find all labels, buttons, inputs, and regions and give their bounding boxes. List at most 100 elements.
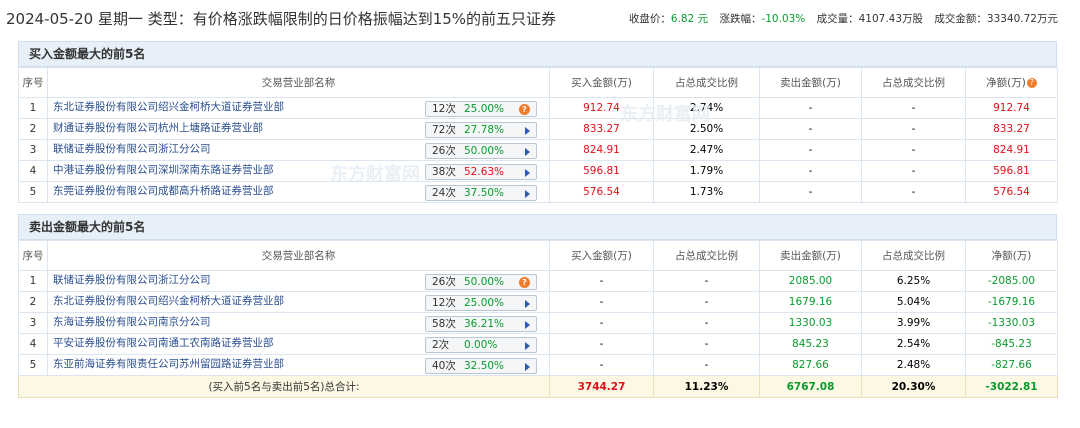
buy-amount: 576.54 (549, 181, 654, 203)
table-row: 3 东海证券股份有限公司南京分公司 58次 36.21% - -1330.03 3.99% -… (18, 312, 1058, 334)
arrow-right-icon[interactable] (525, 300, 530, 308)
buy-ratio: 2.47% (653, 139, 760, 161)
broker-cell: 中港证券股份有限公司深圳深南东路证券营业部 38次 52.63% (47, 160, 550, 182)
buy-table: 序号 交易营业部名称 买入金额(万) 占总成交比例 卖出金额(万) 占总成交比例… (18, 67, 1058, 203)
arrow-right-icon[interactable] (525, 190, 530, 198)
quote-stats: 收盘价：6.82 元 涨跌幅：-10.03% 成交量：4107.43万股 成交金… (629, 11, 1058, 26)
broker-cell: 东海证券股份有限公司南京分公司 58次 36.21% (47, 312, 550, 334)
sell-ratio: - (861, 118, 966, 140)
buy-amount: 596.81 (549, 160, 654, 182)
arrow-right-icon[interactable] (525, 363, 530, 371)
buy-ratio: 1.73% (653, 181, 760, 203)
listing-count: 2次 (432, 339, 450, 351)
broker-name-link[interactable]: 平安证券股份有限公司南通工农南路证券营业部 (53, 335, 274, 350)
col-seq: 序号 (18, 240, 48, 271)
row-seq: 1 (18, 97, 48, 119)
arrow-right-icon[interactable] (525, 148, 530, 156)
arrow-right-icon[interactable] (525, 169, 530, 177)
change-label: 涨跌幅： (719, 13, 762, 25)
broker-name-link[interactable]: 中港证券股份有限公司深圳深南东路证券营业部 (53, 162, 274, 177)
broker-name-link[interactable]: 东莞证券股份有限公司成都高升桥路证券营业部 (53, 183, 274, 198)
question-icon[interactable]: ? (1026, 78, 1037, 88)
buy-amount: - (549, 354, 654, 376)
table-row: 1 东北证券股份有限公司绍兴金柯桥大道证券营业部 12次 25.00%? 912.74 2… (18, 97, 1058, 119)
col-buy-amount[interactable]: 买入金额(万) (549, 240, 654, 271)
buy-ratio: 2.74% (653, 97, 760, 119)
listing-count: 26次 (432, 145, 456, 157)
sell-amount: - (759, 139, 862, 161)
row-seq: 2 (18, 291, 48, 313)
broker-stats-badge[interactable]: 12次 25.00% (425, 295, 537, 311)
amount-label: 成交金额： (934, 13, 987, 25)
col-sell-ratio[interactable]: 占总成交比例 (861, 67, 966, 98)
sell-amount: - (759, 181, 862, 203)
broker-stats-badge[interactable]: 12次 25.00%? (425, 101, 537, 117)
sell-amount: 1679.16 (759, 291, 862, 313)
buy-ratio: - (653, 270, 760, 292)
broker-name-link[interactable]: 东亚前海证券有限责任公司苏州留园路证券营业部 (53, 356, 284, 371)
broker-stats-badge[interactable]: 58次 36.21% (425, 316, 537, 332)
broker-stats-badge[interactable]: 24次 37.50% (425, 185, 537, 201)
broker-name-link[interactable]: 联储证券股份有限公司浙江分公司 (53, 141, 211, 156)
table-row: 1 联储证券股份有限公司浙江分公司 26次 50.00%? - -2085.00 6.25%… (18, 270, 1058, 292)
win-rate: 32.50% (464, 360, 505, 372)
sell-amount: - (759, 118, 862, 140)
buy-ratio: - (653, 291, 760, 313)
table-row: 3 联储证券股份有限公司浙江分公司 26次 50.00% 824.91 2.47% - -82… (18, 139, 1058, 161)
listing-count: 38次 (432, 166, 456, 178)
sell-ratio: - (861, 181, 966, 203)
listing-count: 26次 (432, 276, 456, 288)
total-buy-ratio: 11.23% (653, 375, 760, 398)
arrow-right-icon[interactable] (525, 127, 530, 135)
arrow-right-icon[interactable] (525, 342, 530, 350)
row-seq: 2 (18, 118, 48, 140)
buy-table-header: 序号 交易营业部名称 买入金额(万) 占总成交比例 卖出金额(万) 占总成交比例… (18, 67, 1058, 98)
sell-table-header: 序号 交易营业部名称 买入金额(万) 占总成交比例 卖出金额(万) 占总成交比例… (18, 240, 1058, 271)
net-amount: -845.23 (965, 333, 1058, 355)
info-icon[interactable]: ? (519, 277, 530, 288)
broker-stats-badge[interactable]: 38次 52.63% (425, 164, 537, 180)
broker-cell: 东亚前海证券有限责任公司苏州留园路证券营业部 40次 32.50% (47, 354, 550, 376)
broker-name-link[interactable]: 东北证券股份有限公司绍兴金柯桥大道证券营业部 (53, 99, 284, 114)
col-sell-amount[interactable]: 卖出金额(万) (759, 67, 862, 98)
row-seq: 5 (18, 354, 48, 376)
broker-stats-badge[interactable]: 72次 27.78% (425, 122, 537, 138)
win-rate: 50.00% (464, 276, 505, 288)
listing-count: 12次 (432, 297, 456, 309)
info-icon[interactable]: ? (519, 104, 530, 115)
net-amount: 824.91 (965, 139, 1058, 161)
sell-amount: 845.23 (759, 333, 862, 355)
sell-ratio: 3.99% (861, 312, 966, 334)
net-amount: -827.66 (965, 354, 1058, 376)
broker-name-link[interactable]: 联储证券股份有限公司浙江分公司 (53, 272, 211, 287)
broker-cell: 平安证券股份有限公司南通工农南路证券营业部 2次 0.00% (47, 333, 550, 355)
win-rate: 25.00% (464, 103, 505, 115)
arrow-right-icon[interactable] (525, 321, 530, 329)
col-seq: 序号 (18, 67, 48, 98)
broker-stats-badge[interactable]: 26次 50.00%? (425, 274, 537, 290)
col-net[interactable]: 净额(万)? (965, 67, 1058, 98)
col-net[interactable]: 净额(万) (965, 240, 1058, 271)
col-sell-amount[interactable]: 卖出金额(万) (759, 240, 862, 271)
page-title: 2024-05-20 星期一 类型：有价格涨跌幅限制的日价格振幅达到15%的前五… (6, 10, 557, 28)
broker-name-link[interactable]: 东北证券股份有限公司绍兴金柯桥大道证券营业部 (53, 293, 284, 308)
table-row: 2 财通证券股份有限公司杭州上塘路证券营业部 72次 27.78% 833.27 2.50… (18, 118, 1058, 140)
broker-stats-badge[interactable]: 40次 32.50% (425, 358, 537, 374)
buy-ratio: 2.50% (653, 118, 760, 140)
sell-amount: 2085.00 (759, 270, 862, 292)
broker-name-link[interactable]: 东海证券股份有限公司南京分公司 (53, 314, 211, 329)
col-buy-ratio[interactable]: 占总成交比例 (653, 67, 760, 98)
row-seq: 5 (18, 181, 48, 203)
sell-table: 序号 交易营业部名称 买入金额(万) 占总成交比例 卖出金额(万) 占总成交比例… (18, 240, 1058, 398)
buy-ratio: 1.79% (653, 160, 760, 182)
broker-stats-badge[interactable]: 26次 50.00% (425, 143, 537, 159)
col-buy-amount[interactable]: 买入金额(万) (549, 67, 654, 98)
buy-amount: 912.74 (549, 97, 654, 119)
sell-amount: - (759, 160, 862, 182)
broker-name-link[interactable]: 财通证券股份有限公司杭州上塘路证券营业部 (53, 120, 263, 135)
col-sell-ratio[interactable]: 占总成交比例 (861, 240, 966, 271)
broker-cell: 联储证券股份有限公司浙江分公司 26次 50.00% (47, 139, 550, 161)
broker-stats-badge[interactable]: 2次 0.00% (425, 337, 537, 353)
col-buy-ratio[interactable]: 占总成交比例 (653, 240, 760, 271)
net-amount: 596.81 (965, 160, 1058, 182)
